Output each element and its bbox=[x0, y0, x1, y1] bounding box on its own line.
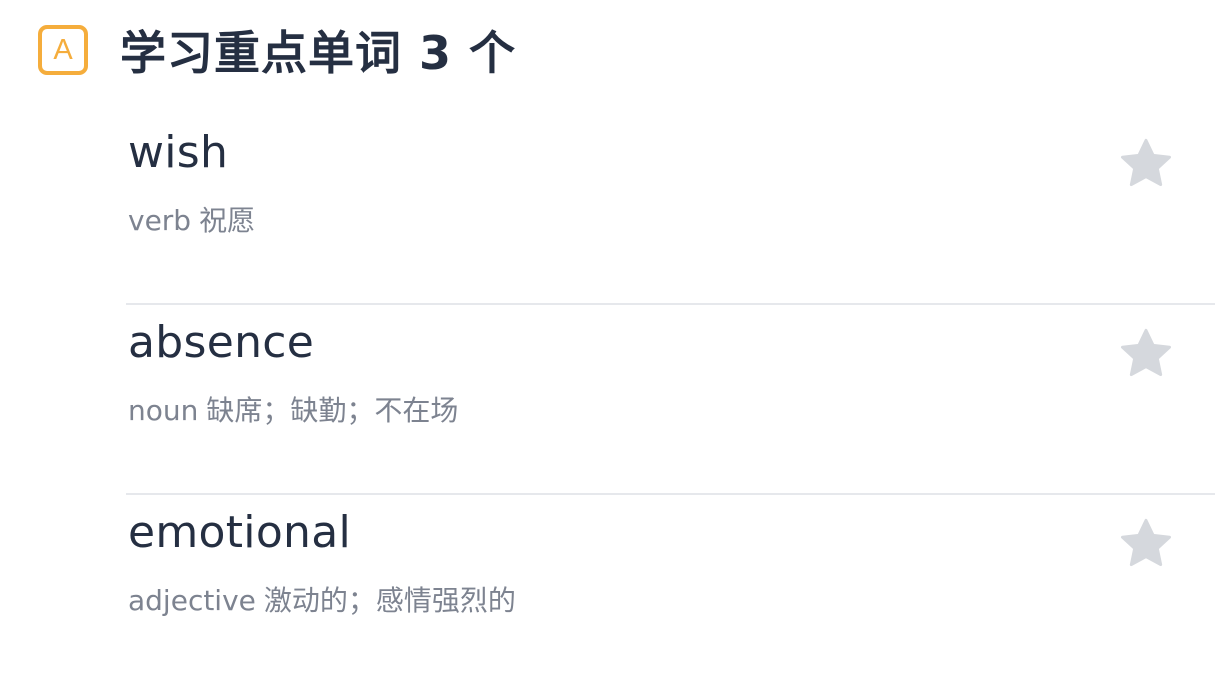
word-definition: adjective 激动的；感情强烈的 bbox=[128, 579, 516, 619]
word-text: emotional bbox=[128, 507, 352, 558]
word-meaning: 缺席；缺勤；不在场 bbox=[206, 394, 459, 427]
list-item[interactable]: emotional adjective 激动的；感情强烈的 bbox=[126, 495, 1215, 685]
word-definition: noun 缺席；缺勤；不在场 bbox=[128, 389, 458, 429]
word-text: wish bbox=[128, 127, 229, 178]
letter-a-icon: A bbox=[38, 25, 88, 75]
part-of-speech: adjective bbox=[128, 584, 256, 617]
part-of-speech: verb bbox=[128, 204, 192, 237]
word-meaning: 激动的；感情强烈的 bbox=[263, 584, 516, 617]
word-meaning: 祝愿 bbox=[199, 204, 256, 237]
word-list: wish verb 祝愿 absence noun 缺席；缺勤；不在场 emotio… bbox=[126, 115, 1215, 685]
list-item[interactable]: absence noun 缺席；缺勤；不在场 bbox=[126, 305, 1215, 495]
star-icon[interactable] bbox=[1117, 515, 1175, 573]
star-icon[interactable] bbox=[1117, 325, 1175, 383]
star-icon[interactable] bbox=[1117, 135, 1175, 193]
word-definition: verb 祝愿 bbox=[128, 199, 255, 239]
word-text: absence bbox=[128, 317, 315, 368]
section-header: A 学习重点单词 3 个 bbox=[38, 18, 516, 82]
section-title: 学习重点单词 3 个 bbox=[120, 26, 517, 80]
part-of-speech: noun bbox=[128, 394, 199, 427]
list-item[interactable]: wish verb 祝愿 bbox=[126, 115, 1215, 305]
